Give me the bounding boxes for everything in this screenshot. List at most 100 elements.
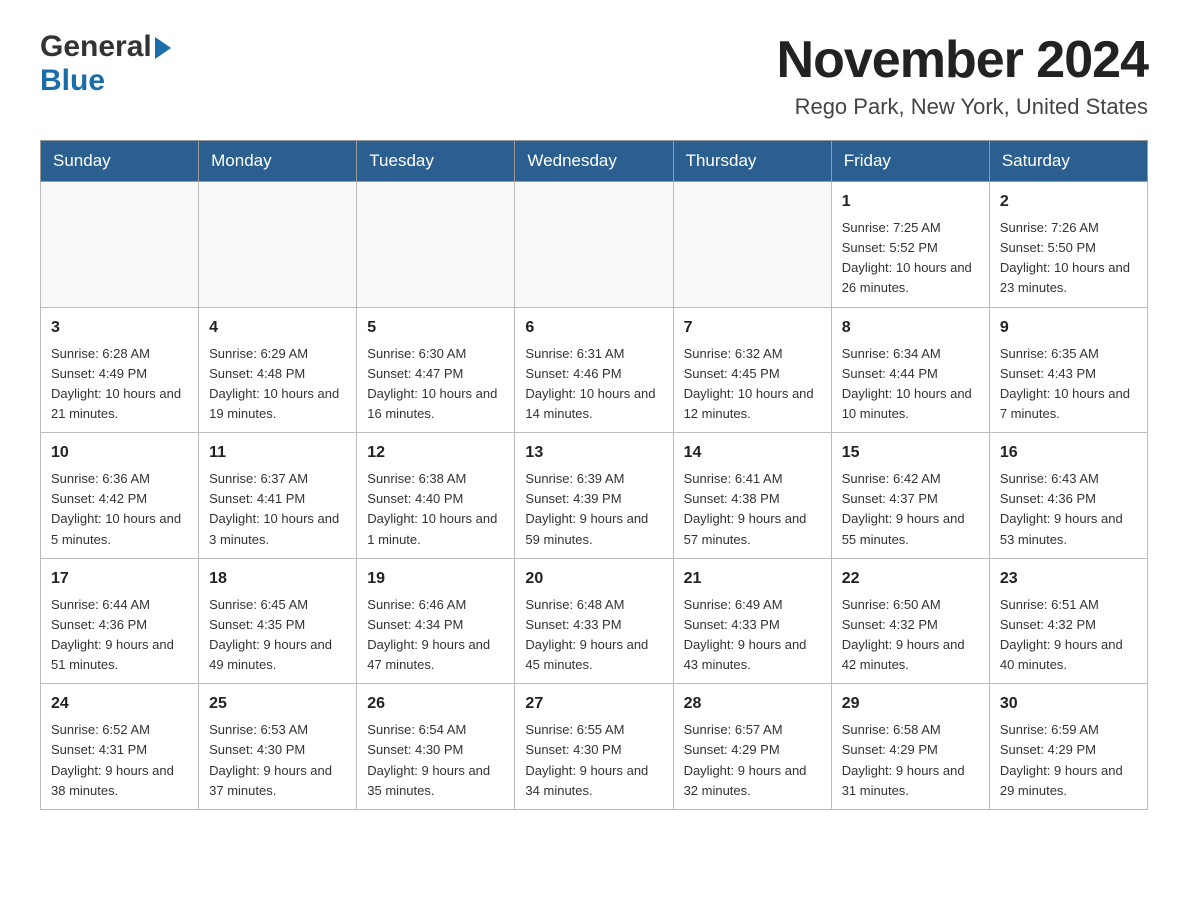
calendar-week-row: 17 Sunrise: 6:44 AM Sunset: 4:36 PM Dayli… xyxy=(41,558,1148,684)
calendar-cell: 15Sunrise: 6:42 AM Sunset: 4:37 PM Dayli… xyxy=(831,433,989,559)
calendar-cell: 25 Sunrise: 6:53 AM Sunset: 4:30 PM Dayli… xyxy=(199,684,357,810)
weekday-header-wednesday: Wednesday xyxy=(515,141,673,182)
day-info: Sunrise: 6:29 AM Sunset: 4:48 PM Dayligh… xyxy=(209,344,346,425)
calendar-cell: 18Sunrise: 6:45 AM Sunset: 4:35 PM Dayli… xyxy=(199,558,357,684)
day-number: 19 xyxy=(367,567,504,591)
day-info: Sunrise: 7:26 AM Sunset: 5:50 PM Dayligh… xyxy=(1000,218,1137,299)
day-info: Sunrise: 6:43 AM Sunset: 4:36 PM Dayligh… xyxy=(1000,469,1137,550)
weekday-header-monday: Monday xyxy=(199,141,357,182)
day-number: 17 xyxy=(51,567,188,591)
day-number: 6 xyxy=(525,316,662,340)
day-number: 7 xyxy=(684,316,821,340)
weekday-header-row: SundayMondayTuesdayWednesdayThursdayFrid… xyxy=(41,141,1148,182)
day-number: 18 xyxy=(209,567,346,591)
day-number: 26 xyxy=(367,692,504,716)
day-info: Sunrise: 6:38 AM Sunset: 4:40 PM Dayligh… xyxy=(367,469,504,550)
calendar-cell: 9Sunrise: 6:35 AM Sunset: 4:43 PM Daylig… xyxy=(989,307,1147,433)
day-info: Sunrise: 6:51 AM Sunset: 4:32 PM Dayligh… xyxy=(1000,595,1137,676)
calendar-body: 1 Sunrise: 7:25 AM Sunset: 5:52 PM Daylig… xyxy=(41,182,1148,810)
calendar-cell: 17 Sunrise: 6:44 AM Sunset: 4:36 PM Dayli… xyxy=(41,558,199,684)
day-info: Sunrise: 6:49 AM Sunset: 4:33 PM Dayligh… xyxy=(684,595,821,676)
calendar-cell: 7 Sunrise: 6:32 AM Sunset: 4:45 PM Daylig… xyxy=(673,307,831,433)
day-info: Sunrise: 6:52 AM Sunset: 4:31 PM Dayligh… xyxy=(51,720,188,801)
location-text: Rego Park, New York, United States xyxy=(777,94,1148,120)
calendar-cell: 28 Sunrise: 6:57 AM Sunset: 4:29 PM Dayli… xyxy=(673,684,831,810)
day-number: 23 xyxy=(1000,567,1137,591)
month-title: November 2024 xyxy=(777,30,1148,90)
day-info: Sunrise: 6:31 AM Sunset: 4:46 PM Dayligh… xyxy=(525,344,662,425)
calendar-cell: 19 Sunrise: 6:46 AM Sunset: 4:34 PM Dayli… xyxy=(357,558,515,684)
calendar-cell: 20 Sunrise: 6:48 AM Sunset: 4:33 PM Dayli… xyxy=(515,558,673,684)
calendar-cell: 5Sunrise: 6:30 AM Sunset: 4:47 PM Daylig… xyxy=(357,307,515,433)
calendar-week-row: 3 Sunrise: 6:28 AM Sunset: 4:49 PM Daylig… xyxy=(41,307,1148,433)
calendar-cell: 3 Sunrise: 6:28 AM Sunset: 4:49 PM Daylig… xyxy=(41,307,199,433)
calendar-cell: 29Sunrise: 6:58 AM Sunset: 4:29 PM Dayli… xyxy=(831,684,989,810)
day-info: Sunrise: 6:58 AM Sunset: 4:29 PM Dayligh… xyxy=(842,720,979,801)
weekday-header-friday: Friday xyxy=(831,141,989,182)
calendar-cell: 22 Sunrise: 6:50 AM Sunset: 4:32 PM Dayli… xyxy=(831,558,989,684)
day-number: 28 xyxy=(684,692,821,716)
page-header: General Blue November 2024 Rego Park, Ne… xyxy=(40,30,1148,120)
calendar-cell: 6 Sunrise: 6:31 AM Sunset: 4:46 PM Daylig… xyxy=(515,307,673,433)
title-section: November 2024 Rego Park, New York, Unite… xyxy=(777,30,1148,120)
day-info: Sunrise: 6:48 AM Sunset: 4:33 PM Dayligh… xyxy=(525,595,662,676)
calendar-cell xyxy=(199,182,357,308)
day-info: Sunrise: 6:36 AM Sunset: 4:42 PM Dayligh… xyxy=(51,469,188,550)
day-number: 3 xyxy=(51,316,188,340)
day-info: Sunrise: 6:34 AM Sunset: 4:44 PM Dayligh… xyxy=(842,344,979,425)
calendar-week-row: 1 Sunrise: 7:25 AM Sunset: 5:52 PM Daylig… xyxy=(41,182,1148,308)
weekday-header-tuesday: Tuesday xyxy=(357,141,515,182)
day-info: Sunrise: 6:39 AM Sunset: 4:39 PM Dayligh… xyxy=(525,469,662,550)
calendar-cell xyxy=(673,182,831,308)
day-number: 11 xyxy=(209,441,346,465)
day-info: Sunrise: 6:54 AM Sunset: 4:30 PM Dayligh… xyxy=(367,720,504,801)
calendar-cell: 12Sunrise: 6:38 AM Sunset: 4:40 PM Dayli… xyxy=(357,433,515,559)
day-info: Sunrise: 6:50 AM Sunset: 4:32 PM Dayligh… xyxy=(842,595,979,676)
day-info: Sunrise: 6:46 AM Sunset: 4:34 PM Dayligh… xyxy=(367,595,504,676)
calendar-table: SundayMondayTuesdayWednesdayThursdayFrid… xyxy=(40,140,1148,810)
day-number: 22 xyxy=(842,567,979,591)
calendar-cell: 4 Sunrise: 6:29 AM Sunset: 4:48 PM Daylig… xyxy=(199,307,357,433)
weekday-header-thursday: Thursday xyxy=(673,141,831,182)
day-number: 5 xyxy=(367,316,504,340)
day-info: Sunrise: 6:44 AM Sunset: 4:36 PM Dayligh… xyxy=(51,595,188,676)
day-info: Sunrise: 7:25 AM Sunset: 5:52 PM Dayligh… xyxy=(842,218,979,299)
day-number: 30 xyxy=(1000,692,1137,716)
day-number: 13 xyxy=(525,441,662,465)
day-number: 16 xyxy=(1000,441,1137,465)
day-info: Sunrise: 6:32 AM Sunset: 4:45 PM Dayligh… xyxy=(684,344,821,425)
day-number: 20 xyxy=(525,567,662,591)
day-info: Sunrise: 6:59 AM Sunset: 4:29 PM Dayligh… xyxy=(1000,720,1137,801)
day-info: Sunrise: 6:57 AM Sunset: 4:29 PM Dayligh… xyxy=(684,720,821,801)
calendar-cell xyxy=(41,182,199,308)
calendar-cell: 1 Sunrise: 7:25 AM Sunset: 5:52 PM Daylig… xyxy=(831,182,989,308)
day-number: 1 xyxy=(842,190,979,214)
calendar-cell xyxy=(357,182,515,308)
calendar-week-row: 24 Sunrise: 6:52 AM Sunset: 4:31 PM Dayli… xyxy=(41,684,1148,810)
calendar-cell: 21 Sunrise: 6:49 AM Sunset: 4:33 PM Dayli… xyxy=(673,558,831,684)
day-number: 25 xyxy=(209,692,346,716)
calendar-cell: 11Sunrise: 6:37 AM Sunset: 4:41 PM Dayli… xyxy=(199,433,357,559)
calendar-cell: 13 Sunrise: 6:39 AM Sunset: 4:39 PM Dayli… xyxy=(515,433,673,559)
calendar-cell: 27Sunrise: 6:55 AM Sunset: 4:30 PM Dayli… xyxy=(515,684,673,810)
day-number: 2 xyxy=(1000,190,1137,214)
calendar-week-row: 10Sunrise: 6:36 AM Sunset: 4:42 PM Dayli… xyxy=(41,433,1148,559)
day-info: Sunrise: 6:42 AM Sunset: 4:37 PM Dayligh… xyxy=(842,469,979,550)
calendar-cell: 26 Sunrise: 6:54 AM Sunset: 4:30 PM Dayli… xyxy=(357,684,515,810)
calendar-cell: 24 Sunrise: 6:52 AM Sunset: 4:31 PM Dayli… xyxy=(41,684,199,810)
day-number: 24 xyxy=(51,692,188,716)
calendar-cell: 14 Sunrise: 6:41 AM Sunset: 4:38 PM Dayli… xyxy=(673,433,831,559)
day-number: 4 xyxy=(209,316,346,340)
weekday-header-sunday: Sunday xyxy=(41,141,199,182)
day-number: 8 xyxy=(842,316,979,340)
calendar-cell: 8 Sunrise: 6:34 AM Sunset: 4:44 PM Daylig… xyxy=(831,307,989,433)
day-info: Sunrise: 6:53 AM Sunset: 4:30 PM Dayligh… xyxy=(209,720,346,801)
logo-chevron-icon xyxy=(155,37,171,59)
day-number: 21 xyxy=(684,567,821,591)
day-number: 14 xyxy=(684,441,821,465)
calendar-cell: 10Sunrise: 6:36 AM Sunset: 4:42 PM Dayli… xyxy=(41,433,199,559)
day-info: Sunrise: 6:28 AM Sunset: 4:49 PM Dayligh… xyxy=(51,344,188,425)
day-number: 9 xyxy=(1000,316,1137,340)
day-info: Sunrise: 6:41 AM Sunset: 4:38 PM Dayligh… xyxy=(684,469,821,550)
calendar-header: SundayMondayTuesdayWednesdayThursdayFrid… xyxy=(41,141,1148,182)
